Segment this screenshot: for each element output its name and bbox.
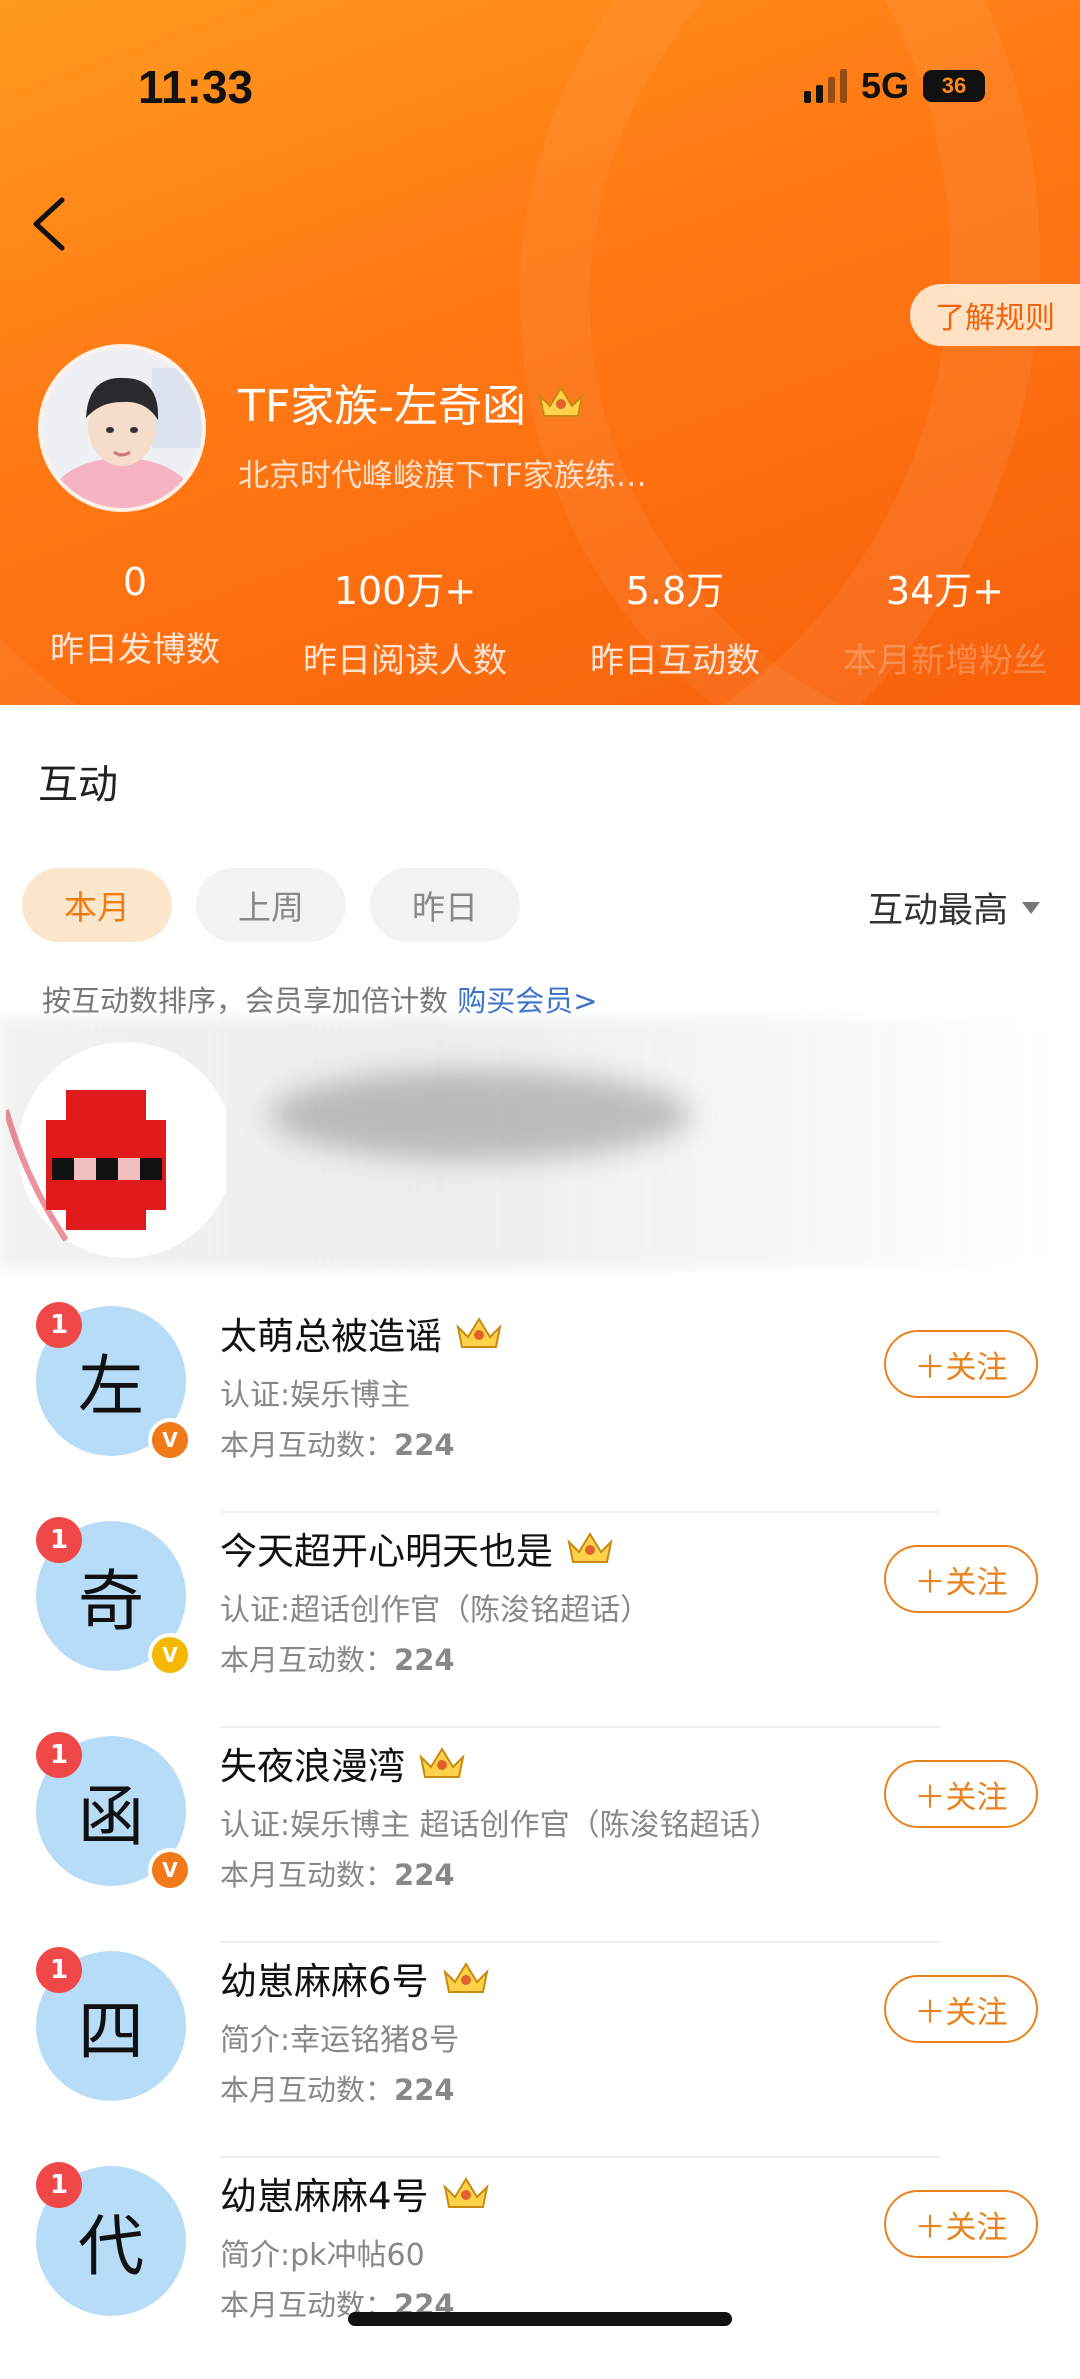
count-value: 224: [394, 2073, 455, 2107]
fan-count: 本月互动数：224: [220, 2067, 455, 2109]
fan-row[interactable]: 四 1 幼崽麻麻6号 简介:幸运铭猪8号 本月互动数：224 ＋关注: [0, 1947, 1080, 2164]
crown-icon: [538, 386, 584, 417]
fan-name: 幼崽麻麻4号: [220, 2175, 429, 2218]
count-value: 224: [394, 1643, 455, 1677]
stats-row: 0 昨日发博数 100万+ 昨日阅读人数 5.8万 昨日互动数 34万+ 本月新…: [0, 560, 1080, 682]
rank-badge: 1: [36, 1517, 82, 1563]
verified-icon: V: [148, 1418, 192, 1462]
tab-this-month[interactable]: 本月: [22, 868, 172, 942]
stat-label: 昨日互动数: [590, 641, 760, 681]
fan-row[interactable]: 函 1 V 失夜浪漫湾 认证:娱乐博主 超话创作官（陈浚铭超话） 本月互动数：2…: [0, 1732, 1080, 1949]
stat-new-fans: 34万+ 本月新增粉丝: [810, 560, 1080, 682]
back-icon[interactable]: [26, 192, 70, 256]
fan-name: 太萌总被造谣: [220, 1315, 442, 1358]
profile-avatar[interactable]: [42, 348, 202, 508]
stat-readers: 100万+ 昨日阅读人数: [270, 560, 540, 682]
fan-name-row: 失夜浪漫湾: [220, 1736, 467, 1790]
redacted-streak: [270, 1070, 690, 1160]
row-divider: [220, 2156, 940, 2158]
home-indicator[interactable]: [348, 2312, 732, 2326]
row-divider: [220, 1941, 940, 1943]
stat-label: 昨日阅读人数: [303, 641, 507, 681]
rank-badge: 1: [36, 1302, 82, 1348]
network-type: 5G: [860, 65, 909, 106]
crown-icon: [442, 1962, 489, 1993]
verified-icon: V: [148, 1633, 192, 1677]
buy-membership-link[interactable]: 购买会员>: [457, 984, 597, 1018]
redacted-avatar: [6, 1042, 226, 1258]
fan-count: 本月互动数：224: [220, 1637, 455, 1679]
fan-count: 本月互动数：224: [220, 1422, 455, 1464]
stat-label: 昨日发博数: [50, 630, 220, 670]
fan-count: 本月互动数：224: [220, 1852, 455, 1894]
fan-name-row: 太萌总被造谣: [220, 1306, 504, 1360]
caret-down-icon: [1022, 901, 1040, 914]
rank-badge: 1: [36, 1732, 82, 1778]
signal-icon: [803, 69, 847, 103]
count-label: 本月互动数：: [220, 2073, 395, 2107]
rank-badge: 1: [36, 2162, 82, 2208]
stat-value: 100万+: [333, 569, 477, 613]
fan-desc: 认证:娱乐博主 超话创作官（陈浚铭超话）: [220, 1808, 780, 1843]
follow-button[interactable]: ＋关注: [884, 2190, 1038, 2258]
count-value: 224: [394, 1858, 455, 1892]
crown-icon: [419, 1747, 465, 1778]
crown-icon: [442, 2177, 489, 2208]
verified-icon: V: [148, 1848, 192, 1892]
fan-name: 今天超开心明天也是: [220, 1530, 553, 1573]
period-tabs: 本月 上周 昨日: [22, 868, 520, 942]
rules-button[interactable]: 了解规则: [910, 284, 1080, 346]
profile-name: TF家族-左奇函: [238, 381, 527, 432]
row-divider: [220, 1726, 940, 1728]
fan-name-row: 幼崽麻麻6号: [220, 1951, 491, 2005]
status-time: 11:33: [138, 61, 254, 113]
follow-button[interactable]: ＋关注: [884, 1330, 1038, 1398]
profile-header: 11:33 5G 36 了解规则 TF家族-左奇函 北京时代峰峻旗下TF家族练…: [0, 0, 1080, 705]
fan-row[interactable]: 代 1 幼崽麻麻4号 简介:pk冲帖60 本月互动数：224 ＋关注: [0, 2162, 1080, 2379]
stat-interactions: 5.8万 昨日互动数: [540, 560, 810, 682]
row-divider: [220, 1511, 940, 1513]
profile-description: 北京时代峰峻旗下TF家族练…: [238, 458, 647, 494]
profile-name-row: TF家族-左奇函: [238, 370, 586, 434]
follow-button[interactable]: ＋关注: [884, 1975, 1038, 2043]
fan-desc: 认证:超话创作官（陈浚铭超话）: [220, 1593, 651, 1628]
count-label: 本月互动数：: [220, 1643, 395, 1677]
stat-value: 34万+: [885, 569, 1005, 613]
stat-label: 本月新增粉丝: [843, 641, 1047, 681]
stat-posts: 0 昨日发博数: [0, 560, 270, 682]
sort-note-text: 按互动数排序，会员享加倍计数: [42, 984, 458, 1018]
sort-note: 按互动数排序，会员享加倍计数 购买会员>: [42, 978, 598, 1020]
fan-row[interactable]: 左 1 V 太萌总被造谣 认证:娱乐博主 本月互动数：224 ＋关注: [0, 1302, 1080, 1519]
fan-desc: 简介:pk冲帖60: [220, 2238, 425, 2273]
tab-last-week[interactable]: 上周: [196, 868, 346, 942]
status-bar-right: 5G 36: [803, 65, 985, 106]
crown-icon: [456, 1317, 502, 1348]
sort-label: 互动最高: [867, 891, 1008, 931]
battery-icon: 36: [923, 70, 985, 102]
count-value: 224: [394, 1428, 455, 1462]
follow-button[interactable]: ＋关注: [884, 1545, 1038, 1613]
follow-button[interactable]: ＋关注: [884, 1760, 1038, 1828]
stat-value: 5.8万: [625, 569, 725, 613]
count-label: 本月互动数：: [220, 1428, 395, 1462]
tab-yesterday[interactable]: 昨日: [370, 868, 520, 942]
fan-name-row: 今天超开心明天也是: [220, 1521, 615, 1575]
count-label: 本月互动数：: [220, 1858, 395, 1892]
rank-badge: 1: [36, 1947, 82, 1993]
fan-name: 失夜浪漫湾: [220, 1745, 405, 1788]
fan-row[interactable]: 奇 1 V 今天超开心明天也是 认证:超话创作官（陈浚铭超话） 本月互动数：22…: [0, 1517, 1080, 1734]
sort-dropdown[interactable]: 互动最高: [868, 882, 1040, 933]
section-title: 互动: [38, 762, 118, 808]
fan-name-row: 幼崽麻麻4号: [220, 2166, 491, 2220]
fan-desc: 认证:娱乐博主: [220, 1378, 411, 1413]
fan-name: 幼崽麻麻6号: [220, 1960, 429, 2003]
crown-icon: [567, 1532, 613, 1563]
fan-desc: 简介:幸运铭猪8号: [220, 2023, 460, 2058]
stat-value: 0: [122, 560, 148, 604]
